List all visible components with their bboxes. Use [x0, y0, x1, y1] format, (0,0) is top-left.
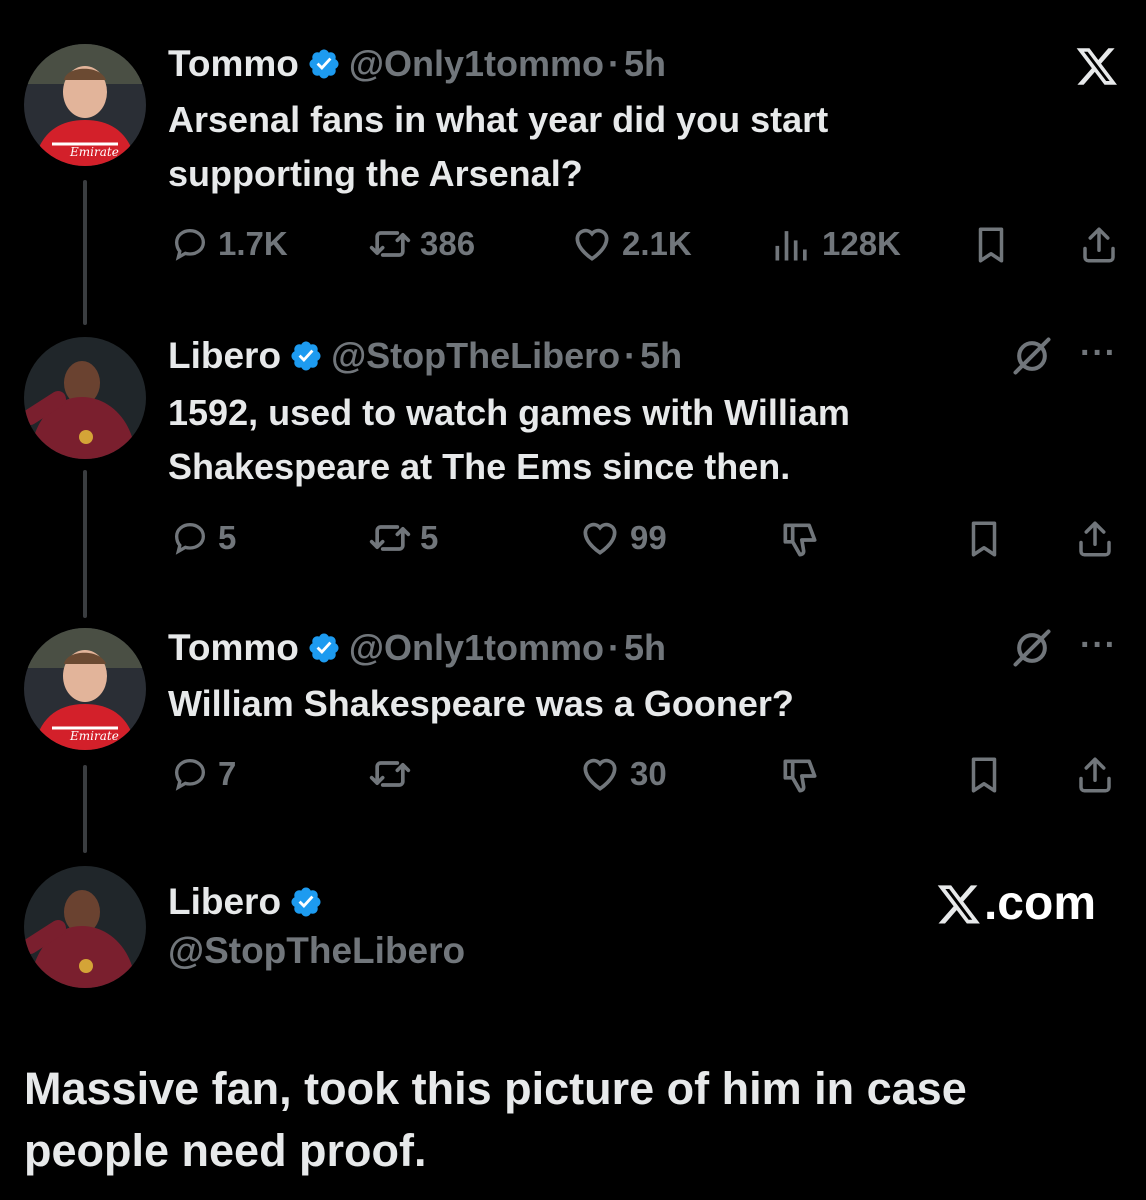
tweet-text: William Shakespeare was a Gooner?: [168, 683, 794, 724]
retweet-icon: [368, 752, 412, 796]
timestamp[interactable]: 5h: [640, 335, 682, 377]
thumbs-down-icon[interactable]: [778, 518, 822, 562]
thread-line: [83, 765, 87, 853]
bookmark-icon[interactable]: [970, 224, 1012, 266]
bookmark-icon[interactable]: [963, 518, 1005, 560]
retweet-icon: [368, 516, 412, 560]
avatar[interactable]: [24, 628, 146, 750]
retweet-button[interactable]: [368, 752, 420, 796]
tweet-caption: Massive fan, took this picture of him in…: [24, 1063, 967, 1176]
like-button[interactable]: 30: [578, 752, 667, 796]
user-handle[interactable]: @Only1tommo: [349, 43, 604, 85]
timestamp[interactable]: 5h: [624, 43, 666, 85]
reply-count: 1.7K: [218, 225, 288, 262]
reply-icon: [170, 754, 210, 794]
retweet-button[interactable]: 5: [368, 516, 438, 560]
retweet-icon: [368, 222, 412, 266]
separator-dot: ·: [624, 335, 637, 376]
brand-text: .com: [983, 877, 1096, 930]
tweet-header: Tommo @Only1tommo · 5h: [168, 40, 666, 88]
retweet-count: 386: [420, 225, 476, 262]
verified-badge-icon: [289, 885, 323, 919]
more-icon[interactable]: ···: [1080, 334, 1117, 373]
user-handle[interactable]: @StopTheLibero: [168, 930, 465, 972]
separator-dot: ·: [608, 43, 620, 84]
share-icon[interactable]: [1074, 518, 1116, 560]
retweet-button[interactable]: 386: [368, 222, 475, 266]
separator-dot: ·: [608, 627, 620, 668]
views-icon: [770, 222, 814, 266]
like-button[interactable]: 2.1K: [570, 222, 692, 266]
heart-icon: [578, 516, 622, 560]
tweet-text: Arsenal fans in what year did you start …: [168, 99, 829, 194]
views-button[interactable]: 128K: [770, 222, 901, 266]
share-icon[interactable]: [1074, 754, 1116, 796]
like-button[interactable]: 99: [578, 516, 667, 560]
reply-count: 5: [218, 519, 237, 556]
user-handle[interactable]: @Only1tommo: [349, 627, 604, 669]
reply-button[interactable]: 7: [170, 752, 236, 796]
display-name[interactable]: Libero: [168, 335, 281, 377]
thumbs-down-icon[interactable]: [778, 754, 822, 798]
timestamp[interactable]: 5h: [624, 627, 666, 669]
display-name[interactable]: Tommo: [168, 627, 299, 669]
x-com-brand: .com: [936, 876, 1096, 931]
thread-line: [83, 470, 87, 618]
avatar[interactable]: [24, 44, 146, 166]
tweet-header: Libero: [168, 878, 331, 926]
user-handle[interactable]: @StopTheLibero: [331, 335, 620, 377]
x-logo-icon[interactable]: [1075, 44, 1119, 88]
display-name[interactable]: Libero: [168, 881, 281, 923]
reply-icon: [170, 518, 210, 558]
thread-line: [83, 180, 87, 325]
reply-button[interactable]: 5: [170, 516, 236, 560]
verified-badge-icon: [307, 47, 341, 81]
verified-badge-icon: [289, 339, 323, 373]
avatar[interactable]: [24, 337, 146, 459]
tweet-header: Libero @StopTheLibero · 5h: [168, 332, 682, 380]
reply-button[interactable]: 1.7K: [170, 222, 288, 266]
tweet-header: Tommo @Only1tommo · 5h: [168, 624, 666, 672]
heart-icon: [570, 222, 614, 266]
slash-circle-icon[interactable]: [1010, 626, 1054, 670]
like-count: 30: [630, 755, 667, 792]
heart-icon: [578, 752, 622, 796]
like-count: 99: [630, 519, 667, 556]
retweet-count: 5: [420, 519, 439, 556]
verified-badge-icon: [307, 631, 341, 665]
x-logo-icon: [936, 881, 982, 927]
tweet-text: 1592, used to watch games with William S…: [168, 392, 850, 487]
views-count: 128K: [822, 225, 901, 262]
like-count: 2.1K: [622, 225, 692, 262]
more-icon[interactable]: ···: [1080, 626, 1117, 665]
avatar[interactable]: [24, 866, 146, 988]
share-icon[interactable]: [1078, 224, 1120, 266]
slash-circle-icon[interactable]: [1010, 334, 1054, 378]
bookmark-icon[interactable]: [963, 754, 1005, 796]
display-name[interactable]: Tommo: [168, 43, 299, 85]
reply-count: 7: [218, 755, 237, 792]
reply-icon: [170, 224, 210, 264]
